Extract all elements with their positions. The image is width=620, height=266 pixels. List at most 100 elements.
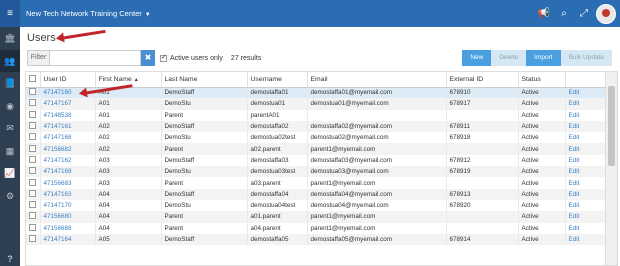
row-select-cell[interactable] (26, 166, 41, 178)
row-checkbox[interactable] (29, 167, 36, 175)
bulk-update-button[interactable]: Bulk Update (560, 50, 612, 66)
table-row[interactable]: 47147162 A03 DemoStaff demostaffa03 demostaf… (26, 154, 607, 167)
row-select-cell[interactable] (26, 132, 41, 144)
filter-input[interactable] (49, 50, 141, 66)
row-select-cell[interactable] (26, 233, 41, 246)
edit-link[interactable]: Edit (565, 222, 607, 234)
row-checkbox[interactable] (29, 88, 36, 96)
column-header-username[interactable]: Username (247, 72, 308, 88)
avatar[interactable] (596, 3, 616, 24)
row-select-cell[interactable] (26, 211, 41, 223)
bank-icon[interactable]: 🏛 (0, 27, 20, 50)
row-select-cell[interactable] (26, 199, 41, 212)
mail-icon[interactable]: ✉ (0, 117, 20, 140)
user-id-link[interactable]: 47147162 (40, 154, 96, 167)
search-icon[interactable]: ⌕ (554, 0, 574, 27)
edit-link[interactable]: Edit (565, 199, 607, 212)
user-id-link[interactable]: 47148538 (40, 109, 96, 121)
edit-link[interactable]: Edit (565, 177, 607, 189)
edit-link[interactable]: Edit (565, 166, 607, 178)
user-id-link[interactable]: 47147164 (40, 233, 96, 246)
chart-icon[interactable]: 📈 (0, 162, 20, 185)
row-checkbox[interactable] (29, 133, 36, 141)
user-id-link[interactable]: 47147169 (40, 166, 96, 178)
target-icon[interactable]: ◉ (0, 95, 20, 118)
row-select-cell[interactable] (26, 143, 41, 155)
table-row[interactable]: 47156682 A02 Parent a02.parent parent1@myema… (26, 143, 607, 155)
row-checkbox[interactable] (29, 189, 36, 197)
edit-link[interactable]: Edit (565, 154, 607, 167)
help-icon[interactable]: ? (0, 254, 20, 264)
edit-link[interactable]: Edit (565, 120, 607, 133)
row-checkbox[interactable] (29, 178, 36, 186)
edit-link[interactable]: Edit (565, 109, 607, 121)
user-id-link[interactable]: 47156683 (40, 177, 96, 189)
row-checkbox[interactable] (29, 201, 36, 209)
row-checkbox[interactable] (29, 212, 36, 220)
hamburger-menu-icon[interactable]: ≡ (0, 0, 20, 27)
column-header-user-id[interactable]: User ID (40, 72, 96, 88)
row-checkbox[interactable] (29, 99, 36, 107)
gear-icon[interactable]: ⚙ (0, 185, 20, 208)
row-select-cell[interactable] (26, 154, 41, 167)
user-id-link[interactable]: 47147163 (40, 188, 96, 200)
delete-button[interactable]: Delete (491, 50, 527, 66)
table-icon[interactable]: ▦ (0, 140, 20, 163)
user-id-link[interactable]: 47156680 (40, 211, 96, 223)
edit-link[interactable]: Edit (565, 87, 607, 99)
edit-link[interactable]: Edit (565, 98, 607, 110)
table-row[interactable]: 47147161 A02 DemoStaff demostaffa02 demostaf… (26, 120, 607, 133)
table-row[interactable]: 47147167 A01 DemoStu demostua01 demostua01@m… (26, 98, 607, 110)
users-icon[interactable]: 👥 (0, 49, 20, 72)
row-checkbox[interactable] (29, 223, 36, 231)
edit-link[interactable]: Edit (565, 211, 607, 223)
row-select-cell[interactable] (26, 222, 41, 234)
edit-link[interactable]: Edit (565, 143, 607, 155)
row-select-cell[interactable] (26, 87, 41, 99)
row-checkbox[interactable] (29, 144, 36, 152)
row-checkbox[interactable] (29, 235, 36, 242)
table-row[interactable]: 47147163 A04 DemoStaff demostaffa04 demostaf… (26, 188, 607, 200)
edit-link[interactable]: Edit (565, 188, 607, 200)
table-row[interactable]: 47147170 A04 DemoStu demostua04test demostua… (26, 199, 607, 212)
new-button[interactable]: New (462, 50, 492, 66)
edit-link[interactable]: Edit (565, 233, 607, 246)
user-id-link[interactable]: 47156688 (40, 222, 96, 234)
column-header-external-id[interactable]: External ID (446, 72, 519, 88)
column-header-last-name[interactable]: Last Name (161, 72, 248, 88)
column-header-status[interactable]: Status (518, 72, 566, 88)
user-id-link[interactable]: 47156682 (40, 143, 96, 155)
row-select-cell[interactable] (26, 120, 41, 133)
user-id-link[interactable]: 47147168 (40, 132, 96, 144)
table-row[interactable]: 47147164 A05 DemoStaff demostaffa05 demostaf… (26, 233, 607, 246)
table-row[interactable]: 47147168 A02 DemoStu demostua02test demostua… (26, 132, 607, 144)
row-checkbox[interactable] (29, 155, 36, 163)
edit-link[interactable]: Edit (565, 132, 607, 144)
row-checkbox[interactable] (29, 110, 36, 118)
megaphone-icon[interactable]: 📢 (534, 0, 554, 27)
table-row[interactable]: 47147169 A03 DemoStu demostua03test demostua… (26, 166, 607, 178)
row-select-cell[interactable] (26, 177, 41, 189)
select-all-checkbox[interactable] (29, 74, 36, 82)
user-id-link[interactable]: 47147170 (40, 199, 96, 212)
user-id-link[interactable]: 47147161 (40, 120, 96, 133)
user-id-link[interactable]: 47147167 (40, 98, 96, 110)
table-row[interactable]: 47156680 A04 Parent a01.parent parent1@myema… (26, 211, 607, 223)
row-select-cell[interactable] (26, 188, 41, 200)
import-button[interactable]: Import (526, 50, 561, 66)
select-all-header[interactable] (26, 72, 41, 88)
vertical-scrollbar[interactable] (605, 72, 617, 265)
table-row[interactable]: 47156688 A04 Parent a04.parent parent1@myema… (26, 222, 607, 234)
active-users-only-checkbox[interactable]: Active users only (160, 53, 223, 62)
checkbox-icon[interactable] (160, 53, 167, 62)
table-row[interactable]: 47148538 A01 Parent parentA01 Active Edit (26, 109, 607, 121)
row-select-cell[interactable] (26, 98, 41, 110)
scrollbar-thumb[interactable] (608, 86, 615, 166)
row-select-cell[interactable] (26, 109, 41, 121)
table-row[interactable]: 47156683 A03 Parent a03.parent parent1@myema… (26, 177, 607, 189)
book-icon[interactable]: 📘 (0, 72, 20, 95)
row-checkbox[interactable] (29, 122, 36, 130)
app-switcher[interactable]: New Tech Network Training Center ▼ (26, 0, 151, 27)
column-header-email[interactable]: Email (307, 72, 447, 88)
expand-icon[interactable]: ⤢ (574, 0, 594, 27)
